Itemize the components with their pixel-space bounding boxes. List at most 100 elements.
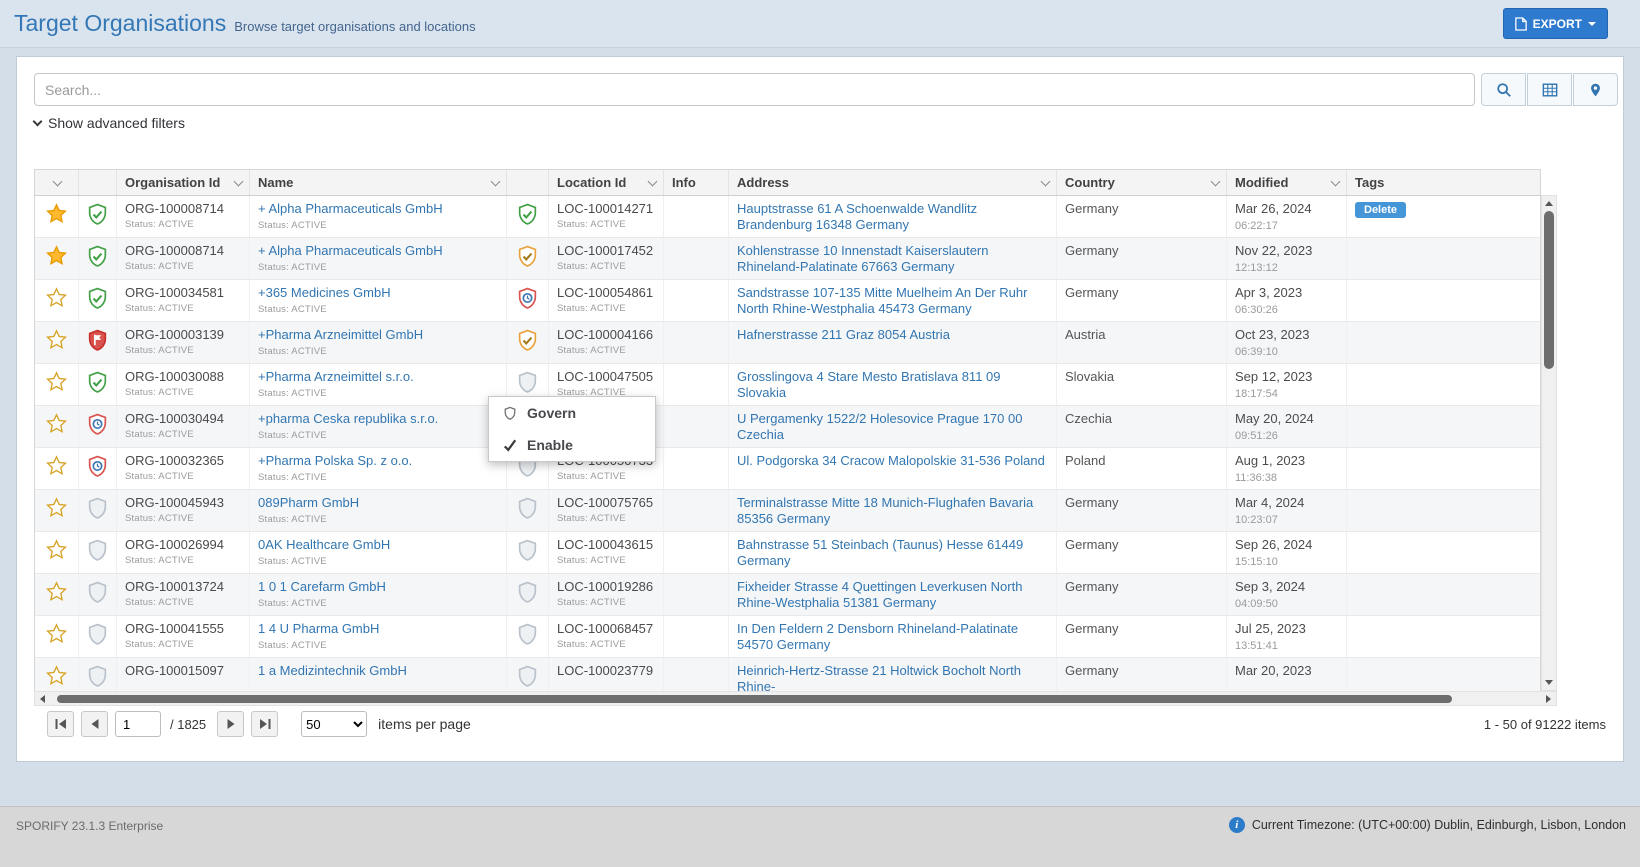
organisation-name-link[interactable]: + Alpha Pharmaceuticals GmbH — [258, 201, 443, 216]
table-row[interactable]: ORG-100041555Status: ACTIVE1 4 U Pharma … — [35, 616, 1540, 658]
column-header-select[interactable] — [35, 170, 79, 195]
table-row[interactable]: ORG-100008714Status: ACTIVE+ Alpha Pharm… — [35, 196, 1540, 238]
chevron-down-icon[interactable] — [52, 176, 62, 186]
location-status-shield[interactable] — [507, 574, 549, 615]
chevron-down-icon[interactable] — [1331, 176, 1341, 186]
favorite-star[interactable] — [35, 490, 79, 531]
horizontal-scrollbar-thumb[interactable] — [57, 695, 1452, 703]
org-status-shield[interactable] — [79, 238, 117, 279]
address-link[interactable]: Terminalstrasse Mitte 18 Munich-Flughafe… — [737, 495, 1033, 526]
org-status-shield[interactable] — [79, 322, 117, 363]
column-header-modified[interactable]: Modified — [1227, 170, 1347, 195]
last-page-button[interactable] — [251, 711, 278, 737]
organisation-name-link[interactable]: + Alpha Pharmaceuticals GmbH — [258, 243, 443, 258]
org-status-shield[interactable] — [79, 364, 117, 405]
address-link[interactable]: Sandstrasse 107-135 Mitte Muelheim An De… — [737, 285, 1027, 316]
favorite-star[interactable] — [35, 658, 79, 692]
column-header-address[interactable]: Address — [729, 170, 1057, 195]
export-button[interactable]: EXPORT — [1503, 8, 1608, 39]
organisation-name-link[interactable]: 1 0 1 Carefarm GmbH — [258, 579, 386, 594]
organisation-name-link[interactable]: +Pharma Arzneimittel s.r.o. — [258, 369, 414, 384]
horizontal-scrollbar[interactable] — [34, 691, 1557, 706]
favorite-star[interactable] — [35, 532, 79, 573]
column-header-organisation-id[interactable]: Organisation Id — [117, 170, 250, 195]
address-link[interactable]: In Den Feldern 2 Densborn Rhineland-Pala… — [737, 621, 1018, 652]
org-status-shield[interactable] — [79, 616, 117, 657]
org-status-shield[interactable] — [79, 406, 117, 447]
address-link[interactable]: Grosslingova 4 Stare Mesto Bratislava 81… — [737, 369, 1001, 400]
favorite-star[interactable] — [35, 448, 79, 489]
map-view-button[interactable] — [1573, 73, 1618, 106]
first-page-button[interactable] — [47, 711, 74, 737]
org-status-shield[interactable] — [79, 196, 117, 237]
organisation-name-link[interactable]: 089Pharm GmbH — [258, 495, 359, 510]
next-page-button[interactable] — [217, 711, 244, 737]
address-link[interactable]: Bahnstrasse 51 Steinbach (Taunus) Hesse … — [737, 537, 1023, 568]
org-status-shield[interactable] — [79, 658, 117, 692]
column-header-location-id[interactable]: Location Id — [549, 170, 664, 195]
table-row[interactable]: ORG-100026994Status: ACTIVE0AK Healthcar… — [35, 532, 1540, 574]
address-link[interactable]: Heinrich-Hertz-Strasse 21 Holtwick Bocho… — [737, 663, 1021, 692]
favorite-star[interactable] — [35, 616, 79, 657]
column-header-name[interactable]: Name — [250, 170, 507, 195]
page-number-input[interactable] — [115, 711, 161, 737]
favorite-star[interactable] — [35, 406, 79, 447]
chevron-down-icon[interactable] — [1041, 176, 1051, 186]
favorite-star[interactable] — [35, 322, 79, 363]
table-row[interactable]: ORG-100030088Status: ACTIVE+Pharma Arzne… — [35, 364, 1540, 406]
table-row[interactable]: ORG-100003139Status: ACTIVE+Pharma Arzne… — [35, 322, 1540, 364]
favorite-star[interactable] — [35, 280, 79, 321]
favorite-star[interactable] — [35, 196, 79, 237]
address-link[interactable]: Fixheider Strasse 4 Quettingen Leverkuse… — [737, 579, 1022, 610]
vertical-scrollbar-thumb[interactable] — [1544, 211, 1554, 369]
org-status-shield[interactable] — [79, 532, 117, 573]
location-status-shield[interactable] — [507, 616, 549, 657]
location-status-shield[interactable] — [507, 658, 549, 692]
scroll-right-arrow[interactable] — [1546, 695, 1551, 703]
previous-page-button[interactable] — [81, 711, 108, 737]
organisation-name-link[interactable]: +pharma Ceska republika s.r.o. — [258, 411, 438, 426]
location-status-shield[interactable] — [507, 322, 549, 363]
page-size-select[interactable]: 50 — [301, 711, 367, 737]
favorite-star[interactable] — [35, 574, 79, 615]
favorite-star[interactable] — [35, 238, 79, 279]
org-status-shield[interactable] — [79, 280, 117, 321]
chevron-down-icon[interactable] — [234, 176, 244, 186]
address-link[interactable]: Ul. Podgorska 34 Cracow Malopolskie 31-5… — [737, 453, 1045, 468]
organisation-name-link[interactable]: +Pharma Arzneimittel GmbH — [258, 327, 423, 342]
organisation-name-link[interactable]: 1 4 U Pharma GmbH — [258, 621, 379, 636]
location-status-shield[interactable] — [507, 280, 549, 321]
table-row[interactable]: ORG-100030494Status: ACTIVE+pharma Ceska… — [35, 406, 1540, 448]
context-menu-item-govern[interactable]: Govern — [489, 397, 655, 429]
org-status-shield[interactable] — [79, 448, 117, 489]
table-row[interactable]: ORG-100045943Status: ACTIVE089Pharm GmbH… — [35, 490, 1540, 532]
address-link[interactable]: U Pergamenky 1522/2 Holesovice Prague 17… — [737, 411, 1022, 442]
location-status-shield[interactable] — [507, 196, 549, 237]
org-status-shield[interactable] — [79, 490, 117, 531]
table-row[interactable]: ORG-100032365Status: ACTIVE+Pharma Polsk… — [35, 448, 1540, 490]
chevron-down-icon[interactable] — [1211, 176, 1221, 186]
table-view-button[interactable] — [1527, 73, 1572, 106]
search-button[interactable] — [1481, 73, 1526, 106]
org-status-shield[interactable] — [79, 574, 117, 615]
organisation-name-link[interactable]: +365 Medicines GmbH — [258, 285, 391, 300]
favorite-star[interactable] — [35, 364, 79, 405]
tag-chip[interactable]: Delete — [1355, 202, 1406, 218]
address-link[interactable]: Kohlenstrasse 10 Innenstadt Kaiserslaute… — [737, 243, 989, 274]
table-row[interactable]: ORG-100013724Status: ACTIVE1 0 1 Carefar… — [35, 574, 1540, 616]
show-advanced-filters-toggle[interactable]: Show advanced filters — [34, 115, 185, 131]
vertical-scrollbar[interactable] — [1541, 195, 1557, 691]
chevron-down-icon[interactable] — [491, 176, 501, 186]
table-row[interactable]: ORG-100008714Status: ACTIVE+ Alpha Pharm… — [35, 238, 1540, 280]
chevron-down-icon[interactable] — [648, 176, 658, 186]
column-header-country[interactable]: Country — [1057, 170, 1227, 195]
location-status-shield[interactable] — [507, 532, 549, 573]
location-status-shield[interactable] — [507, 490, 549, 531]
search-input[interactable] — [34, 73, 1475, 106]
address-link[interactable]: Hafnerstrasse 211 Graz 8054 Austria — [737, 327, 950, 342]
organisation-name-link[interactable]: +Pharma Polska Sp. z o.o. — [258, 453, 412, 468]
scroll-left-arrow[interactable] — [40, 695, 45, 703]
scroll-down-arrow[interactable] — [1545, 680, 1553, 685]
address-link[interactable]: Hauptstrasse 61 A Schoenwalde Wandlitz B… — [737, 201, 977, 232]
location-status-shield[interactable] — [507, 238, 549, 279]
